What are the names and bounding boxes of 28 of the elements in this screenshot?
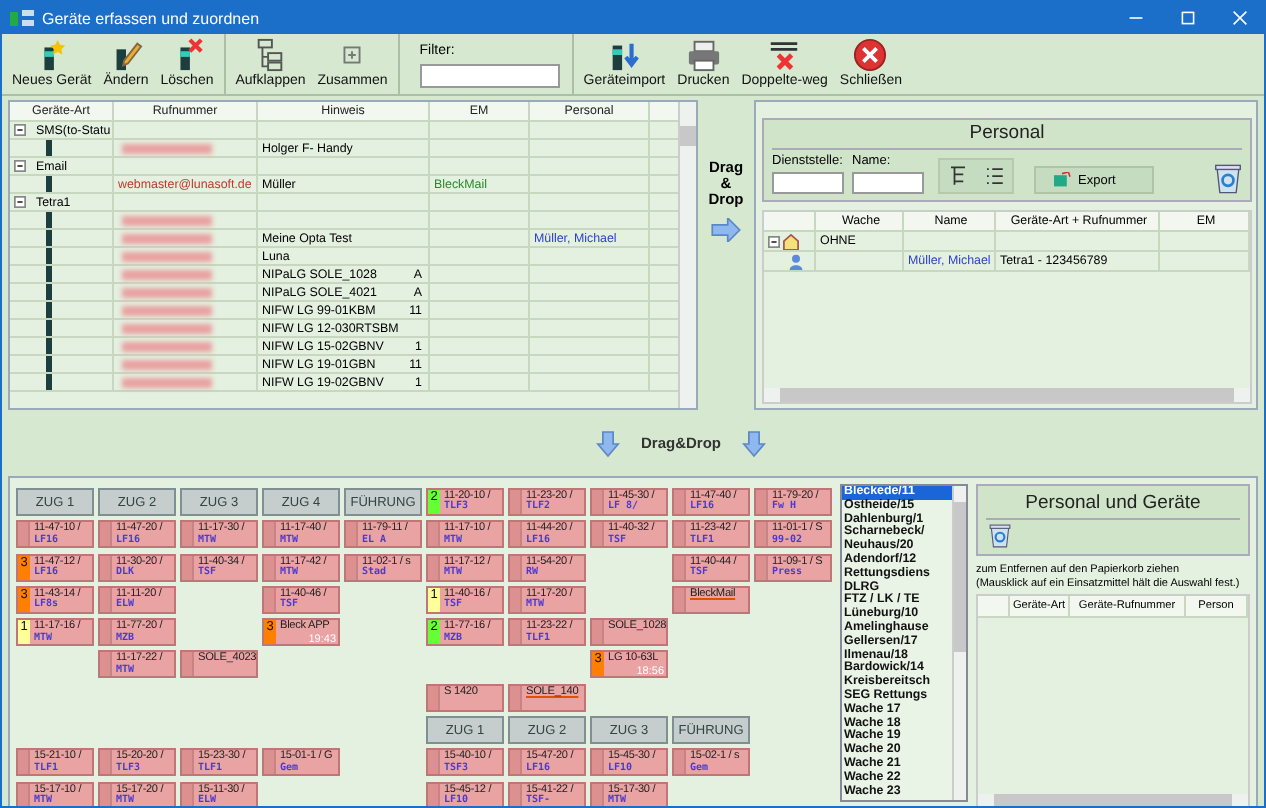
scrollbar[interactable] [952, 486, 966, 800]
export-icon [1052, 172, 1072, 188]
maximize-icon[interactable] [1180, 10, 1196, 26]
person-icon [788, 253, 804, 269]
close-circle-icon [850, 38, 891, 72]
collapse-icon[interactable] [14, 196, 26, 208]
scrollbar[interactable] [978, 793, 1248, 806]
dienststelle-field[interactable] [772, 172, 844, 194]
scrollbar[interactable] [764, 388, 1250, 402]
arrow-right-icon [710, 218, 742, 242]
recycle-bin-icon[interactable] [986, 524, 1014, 548]
close-icon[interactable] [1232, 10, 1248, 26]
printer-icon [683, 38, 724, 72]
app-icon [10, 8, 34, 28]
scrollbar[interactable] [678, 102, 696, 408]
arrow-down-icon [741, 429, 765, 457]
panel-title: Personal [772, 122, 1242, 150]
filter-field[interactable] [419, 64, 560, 88]
recycle-bin-icon[interactable] [1214, 164, 1242, 194]
collapse-icon[interactable] [14, 124, 26, 136]
collapse-icon[interactable] [14, 160, 26, 172]
arrow-down-icon [596, 429, 621, 457]
name-field[interactable] [852, 172, 924, 194]
panel-title: Personal und Geräte [986, 492, 1240, 520]
radio-icon [46, 140, 52, 156]
window-title: Geräte erfassen und zuordnen [42, 9, 262, 27]
collapse-icon[interactable] [768, 235, 780, 247]
radio-icon [46, 176, 52, 192]
